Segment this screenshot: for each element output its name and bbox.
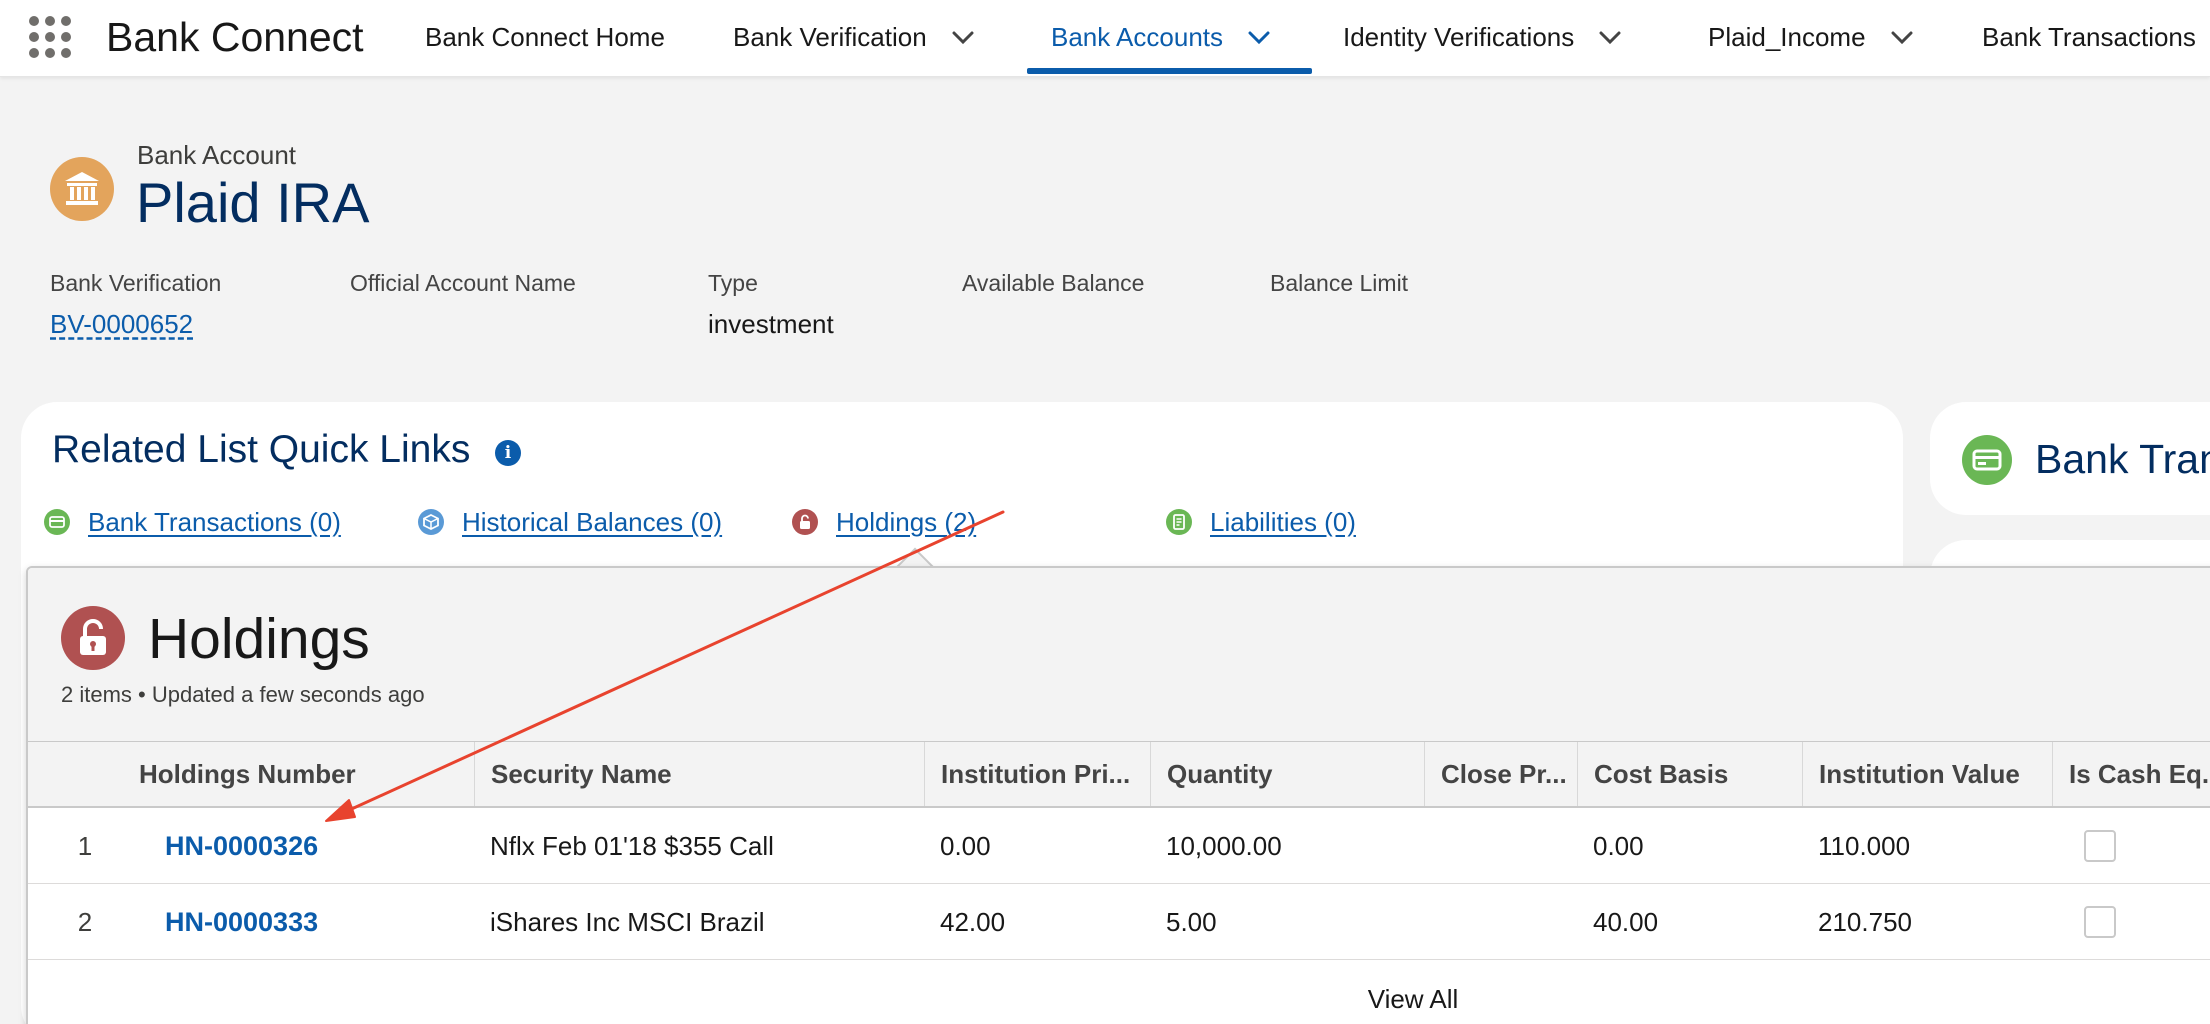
row-number: 2 [77, 906, 93, 937]
institution-value: 210.750 [1818, 906, 1912, 937]
chevron-down-icon[interactable] [949, 24, 977, 52]
institution-value: 110.000 [1818, 830, 1911, 861]
field-official-account-name: Official Account Name [350, 270, 576, 309]
field-bank-verification: Bank Verification BV-0000652 [50, 270, 221, 340]
side-card-title: Bank Tran [2035, 436, 2210, 482]
cost-basis: 40.00 [1593, 906, 1659, 937]
historical-balances-icon [418, 509, 444, 535]
security-name: Nflx Feb 01'18 $355 Call [490, 830, 774, 861]
field-value: investment [708, 309, 834, 339]
is-cash-equivalent-checkbox[interactable] [2084, 906, 2116, 938]
field-label: Available Balance [962, 270, 1145, 296]
app-launcher-icon[interactable] [29, 16, 75, 62]
field-label: Bank Verification [50, 270, 222, 296]
row-number: 1 [77, 830, 93, 861]
view-all-link[interactable]: View All [28, 960, 2210, 1024]
column-header[interactable]: Close Pr... [1424, 742, 1577, 806]
nav-item-label: Bank Connect Home [425, 22, 665, 52]
liabilities-icon [1166, 509, 1192, 535]
nav-item-bank-transactions[interactable]: Bank Transactions [1982, 0, 2196, 75]
is-cash-equivalent-checkbox[interactable] [2084, 830, 2116, 862]
column-header[interactable]: Quantity [1150, 742, 1424, 806]
quick-link-holdings[interactable]: Holdings (2) [792, 505, 976, 539]
holdings-number-link[interactable]: HN-0000333 [149, 884, 318, 960]
column-header[interactable]: Security Name [474, 742, 924, 806]
column-header[interactable]: Holdings Number [123, 742, 413, 806]
is-cash-equivalent-cell [2068, 808, 2116, 884]
column-header[interactable]: Institution Value [1802, 742, 2052, 806]
holdings-popover: Holdings 2 items • Updated a few seconds… [26, 566, 2210, 1024]
row-number-header [28, 742, 123, 806]
active-tab-indicator [1027, 68, 1312, 74]
is-cash-equivalent-cell [2068, 884, 2116, 960]
nav-item-label: Bank Transactions [1982, 22, 2196, 52]
related-list-title: Related List Quick Links [52, 428, 471, 471]
nav-item-bank-connect-home[interactable]: Bank Connect Home [425, 0, 665, 75]
column-header[interactable]: Institution Pri... [924, 742, 1150, 806]
nav-item-bank-accounts[interactable]: Bank Accounts [1051, 0, 1273, 75]
quantity: 5.00 [1166, 906, 1217, 937]
nav-item-label: Identity Verifications [1343, 22, 1575, 52]
column-header[interactable]: Is Cash Eq... [2052, 742, 2210, 806]
table-row: 2 HN-0000333 iShares Inc MSCI Brazil 42.… [28, 884, 2210, 960]
popover-header: Holdings 2 items • Updated a few seconds… [28, 568, 2210, 742]
popover-subtitle: 2 items • Updated a few seconds ago [61, 682, 425, 707]
field-balance-limit: Balance Limit [1270, 270, 1408, 309]
nav-item-label: Bank Accounts [1051, 22, 1223, 52]
nav-item-label: Bank Verification [733, 22, 927, 52]
nav-item-plaid-income[interactable]: Plaid_Income [1708, 0, 1916, 75]
field-label: Official Account Name [350, 270, 576, 296]
bank-verification-link[interactable]: BV-0000652 [50, 309, 221, 340]
record-object-label: Bank Account [137, 140, 296, 170]
cost-basis: 0.00 [1593, 830, 1644, 861]
table-row: 1 HN-0000326 Nflx Feb 01'18 $355 Call 0.… [28, 808, 2210, 884]
field-label: Type [708, 270, 758, 296]
holdings-lock-icon [792, 509, 818, 535]
quick-link-label[interactable]: Bank Transactions (0) [88, 507, 341, 538]
quick-link-bank-transactions[interactable]: Bank Transactions (0) [44, 505, 341, 539]
institution-price: 0.00 [940, 830, 991, 861]
nav-item-identity-verifications[interactable]: Identity Verifications [1343, 0, 1624, 75]
app-name: Bank Connect [106, 14, 364, 60]
quantity: 10,000.00 [1166, 830, 1282, 861]
holdings-number-link[interactable]: HN-0000326 [149, 808, 318, 884]
column-header[interactable]: Cost Basis [1577, 742, 1802, 806]
bank-transactions-icon [1962, 435, 2012, 485]
close-price [1424, 884, 1440, 960]
field-label: Balance Limit [1270, 270, 1409, 296]
field-available-balance: Available Balance [962, 270, 1144, 309]
chevron-down-icon[interactable] [1245, 24, 1273, 52]
top-navigation-bar: Bank Connect Bank Connect Home Bank Veri… [0, 0, 2210, 77]
quick-link-label[interactable]: Historical Balances (0) [462, 507, 722, 538]
nav-item-label: Plaid_Income [1708, 22, 1866, 52]
quick-link-historical-balances[interactable]: Historical Balances (0) [418, 505, 722, 539]
info-icon[interactable]: i [495, 440, 521, 466]
popover-title: Holdings [148, 607, 370, 671]
record-title: Plaid IRA [136, 171, 370, 234]
nav-item-bank-verification[interactable]: Bank Verification [733, 0, 977, 75]
quick-link-label[interactable]: Holdings (2) [836, 507, 976, 538]
institution-price: 42.00 [940, 906, 1006, 937]
holdings-table-header: Holdings Number Security Name Institutio… [28, 742, 2210, 808]
quick-link-liabilities[interactable]: Liabilities (0) [1166, 505, 1356, 539]
chevron-down-icon[interactable] [1888, 24, 1916, 52]
close-price [1424, 808, 1440, 884]
holdings-lock-icon [61, 606, 125, 670]
bank-icon [50, 157, 114, 221]
security-name: iShares Inc MSCI Brazil [490, 906, 765, 937]
field-type: Type investment [708, 270, 834, 340]
quick-link-label[interactable]: Liabilities (0) [1210, 507, 1356, 538]
chevron-down-icon[interactable] [1596, 24, 1624, 52]
bank-transactions-icon [44, 509, 70, 535]
